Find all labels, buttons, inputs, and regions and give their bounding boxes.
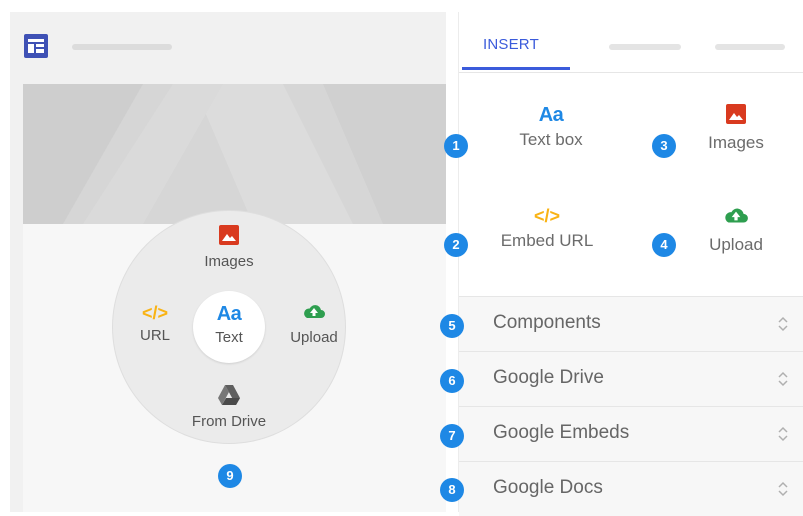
editor-panel: Images </> URL Upload Aa Text From Drive… — [10, 12, 446, 512]
radial-upload-label: Upload — [290, 329, 338, 346]
sidebar-tabs: INSERT — [459, 12, 803, 73]
expand-collapse-icon — [778, 316, 788, 332]
step-badge-3: 3 — [652, 134, 676, 158]
tab-insert[interactable]: INSERT — [483, 36, 539, 53]
text-glyph-icon: Aa — [216, 303, 242, 325]
radial-drive-option[interactable]: From Drive — [179, 385, 279, 430]
cloud-upload-icon — [304, 305, 325, 318]
insert-options-grid: Aa Text box Images </> Embed URL Upload — [459, 72, 803, 296]
insert-embed-url[interactable]: </> Embed URL — [487, 206, 607, 251]
tab-themes-placeholder[interactable] — [715, 44, 785, 50]
section-google-drive[interactable]: Google Drive — [459, 351, 803, 406]
banner-pattern — [23, 84, 446, 224]
insert-upload-label: Upload — [709, 235, 763, 254]
radial-upload-option[interactable]: Upload — [279, 303, 349, 346]
expand-collapse-icon — [778, 481, 788, 497]
cloud-upload-icon — [725, 208, 748, 223]
insert-embed-url-label: Embed URL — [500, 231, 594, 250]
insert-text-box[interactable]: Aa Text box — [501, 104, 601, 150]
section-components-label: Components — [493, 312, 601, 333]
radial-url-label: URL — [139, 327, 170, 344]
radial-drive-label: From Drive — [191, 413, 267, 430]
image-icon — [726, 104, 746, 124]
google-drive-icon — [218, 385, 240, 405]
expand-collapse-icon — [778, 426, 788, 442]
insert-text-box-label: Text box — [519, 130, 583, 149]
section-components[interactable]: Components — [459, 296, 803, 351]
step-badge-5: 5 — [440, 314, 464, 338]
expand-collapse-icon — [778, 371, 788, 387]
code-icon: </> — [533, 206, 561, 226]
step-badge-1: 1 — [444, 134, 468, 158]
step-badge-9: 9 — [218, 464, 242, 488]
step-badge-6: 6 — [440, 369, 464, 393]
section-google-embeds-label: Google Embeds — [493, 422, 630, 443]
radial-images-label: Images — [204, 253, 254, 270]
section-google-embeds[interactable]: Google Embeds — [459, 406, 803, 461]
step-badge-7: 7 — [440, 424, 464, 448]
code-icon: </> — [141, 303, 169, 323]
active-tab-indicator — [462, 67, 570, 70]
radial-text-option[interactable]: Aa Text — [193, 291, 265, 363]
insert-images[interactable]: Images — [691, 104, 781, 153]
insert-sidebar: INSERT Aa Text box Images </> Embed URL — [458, 12, 803, 516]
layout-icon[interactable] — [24, 34, 48, 58]
image-icon — [219, 225, 239, 245]
step-badge-8: 8 — [440, 478, 464, 502]
radial-url-option[interactable]: </> URL — [125, 303, 185, 344]
insert-upload[interactable]: Upload — [691, 206, 781, 255]
section-google-docs-label: Google Docs — [493, 477, 603, 498]
step-badge-2: 2 — [444, 233, 468, 257]
header-banner — [23, 84, 446, 224]
text-glyph-icon: Aa — [538, 104, 564, 126]
radial-images-option[interactable]: Images — [199, 225, 259, 270]
section-google-docs[interactable]: Google Docs — [459, 461, 803, 516]
radial-text-content: Aa Text — [193, 303, 265, 346]
section-google-drive-label: Google Drive — [493, 367, 604, 388]
tab-pages-placeholder[interactable] — [609, 44, 681, 50]
site-title-placeholder — [72, 44, 172, 50]
insert-images-label: Images — [708, 133, 764, 152]
step-badge-4: 4 — [652, 233, 676, 257]
radial-insert-menu: Images </> URL Upload Aa Text From Drive — [113, 211, 345, 443]
radial-text-label: Text — [215, 329, 243, 346]
